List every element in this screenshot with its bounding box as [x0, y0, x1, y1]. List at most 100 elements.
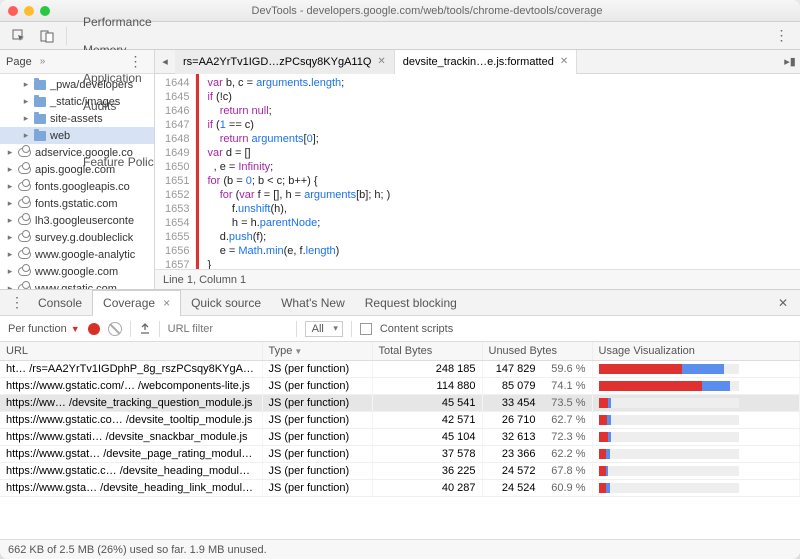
expand-arrow-icon[interactable]: ▸: [22, 113, 30, 124]
tree-item[interactable]: ▸www.gstatic.com: [0, 280, 154, 289]
cell-url: https://www.gsta… /devsite_heading_link_…: [0, 480, 262, 497]
maximize-icon[interactable]: [40, 6, 50, 16]
expand-arrow-icon[interactable]: ▸: [6, 198, 14, 209]
file-tab-bar: ◂ rs=AA2YrTv1IGD…zPCsqy8KYgA11Q✕devsite_…: [155, 50, 800, 74]
cell-type: JS (per function): [262, 463, 372, 480]
cell-viz: [592, 446, 800, 463]
coverage-row[interactable]: https://www.gstatic.c… /devsite_heading_…: [0, 463, 800, 480]
cell-type: JS (per function): [262, 412, 372, 429]
drawer-tab-what-s-new[interactable]: What's New: [271, 290, 355, 316]
tree-item[interactable]: ▸www.google.com: [0, 263, 154, 280]
cell-type: JS (per function): [262, 395, 372, 412]
divider: [351, 321, 352, 337]
file-tab-label: devsite_trackin…e.js:formatted: [403, 56, 554, 68]
expand-arrow-icon[interactable]: ▸: [6, 266, 14, 277]
cell-url: https://www.gstati… /devsite_snackbar_mo…: [0, 429, 262, 446]
drawer-tab-bar: ⋮ ConsoleCoverage×Quick sourceWhat's New…: [0, 290, 800, 316]
expand-arrow-icon[interactable]: ▸: [6, 215, 14, 226]
tree-item[interactable]: ▸www.google-analytic: [0, 246, 154, 263]
divider: [66, 27, 67, 45]
close-tab-icon[interactable]: ✕: [560, 56, 568, 67]
nav-fwd-icon[interactable]: ▸▮: [780, 55, 800, 68]
drawer-more-icon[interactable]: ⋮: [4, 294, 28, 311]
drawer-close-icon[interactable]: ✕: [770, 296, 796, 310]
coverage-row[interactable]: ht… /rs=AA2YrTv1IGDphP_8g_rszPCsqy8KYgA1…: [0, 361, 800, 378]
url-filter-input[interactable]: [168, 323, 288, 335]
expand-arrow-icon[interactable]: ▸: [22, 130, 30, 141]
expand-arrow-icon[interactable]: ▸: [6, 232, 14, 243]
main-tab-performance[interactable]: Performance: [73, 8, 170, 36]
tree-item[interactable]: ▸ fonts.gstatic.com: [0, 195, 154, 212]
cloud-icon: [18, 284, 31, 289]
coverage-row[interactable]: https://www.gstatic.co… /devsite_tooltip…: [0, 412, 800, 429]
device-toggle-icon[interactable]: [34, 25, 60, 47]
tree-item[interactable]: ▸ apis.google.com: [0, 161, 154, 178]
expand-arrow-icon[interactable]: ▸: [22, 79, 30, 90]
tree-item[interactable]: ▸fonts.googleapis.co: [0, 178, 154, 195]
cell-viz: [592, 429, 800, 446]
cell-viz: [592, 378, 800, 395]
expand-arrow-icon[interactable]: ▸: [6, 181, 14, 192]
divider: [159, 321, 160, 337]
tree-item[interactable]: ▸web: [0, 127, 154, 144]
expand-arrow-icon[interactable]: ▸: [6, 283, 14, 289]
main-tab-network[interactable]: Network: [73, 0, 170, 8]
tree-item-label: apis.google.com: [35, 164, 115, 176]
tree-item[interactable]: ▸ _static/images: [0, 93, 154, 110]
coverage-table[interactable]: URLType▼Total BytesUnused BytesUsage Vis…: [0, 342, 800, 539]
expand-arrow-icon[interactable]: ▸: [6, 147, 14, 158]
more-menu-icon[interactable]: ⋮: [770, 27, 794, 44]
coverage-row[interactable]: https://ww… /devsite_tracking_question_m…: [0, 395, 800, 412]
type-filter-select[interactable]: All: [305, 321, 343, 337]
tree-item[interactable]: ▸site-assets: [0, 110, 154, 127]
drawer-tab-quick-source[interactable]: Quick source: [181, 290, 271, 316]
column-header[interactable]: Usage Visualization: [592, 342, 800, 361]
cell-viz: [592, 395, 800, 412]
close-tab-icon[interactable]: ×: [163, 296, 170, 310]
tree-item[interactable]: ▸lh3.googleuserconte: [0, 212, 154, 229]
coverage-row[interactable]: https://www.gstati… /devsite_snackbar_mo…: [0, 429, 800, 446]
cloud-icon: [18, 182, 31, 191]
file-tab[interactable]: devsite_trackin…e.js:formatted ✕: [395, 50, 577, 74]
file-tab[interactable]: rs=AA2YrTv1IGD…zPCsqy8KYgA11Q✕: [175, 50, 395, 74]
drawer-tab-request-blocking[interactable]: Request blocking: [355, 290, 467, 316]
sidebar-more-icon[interactable]: ⋮: [124, 53, 148, 70]
folder-icon: [34, 114, 46, 124]
record-icon[interactable]: [88, 323, 100, 335]
coverage-row[interactable]: https://www.gstat… /devsite_page_rating_…: [0, 446, 800, 463]
cloud-icon: [18, 199, 31, 208]
coverage-row[interactable]: https://www.gsta… /devsite_heading_link_…: [0, 480, 800, 497]
file-tree[interactable]: ▸_pwa/developers▸_static/images▸site-ass…: [0, 74, 154, 289]
code-content[interactable]: var b, c = arguments.length; if (!c) ret…: [199, 74, 390, 269]
tree-item[interactable]: ▸survey.g.doubleclick: [0, 229, 154, 246]
tree-item[interactable]: ▸adservice.google.co: [0, 144, 154, 161]
drawer-tab-coverage[interactable]: Coverage×: [92, 290, 181, 316]
column-header[interactable]: Total Bytes: [372, 342, 482, 361]
expand-arrow-icon[interactable]: ▸: [22, 96, 30, 107]
sidebar-tab-page[interactable]: Page: [6, 56, 32, 68]
expand-arrow-icon[interactable]: ▸: [6, 249, 14, 260]
sidebar-header: Page » ⋮: [0, 50, 154, 74]
coverage-mode-select[interactable]: Per function ▼: [8, 323, 80, 335]
close-tab-icon[interactable]: ✕: [377, 56, 385, 67]
expand-arrow-icon[interactable]: ▸: [6, 164, 14, 175]
export-icon[interactable]: [139, 323, 151, 335]
cell-unused: 32 61372.3 %: [482, 429, 592, 446]
inspect-icon[interactable]: [6, 25, 32, 47]
column-header[interactable]: Unused Bytes: [482, 342, 592, 361]
clear-icon[interactable]: [108, 322, 122, 336]
content-scripts-checkbox[interactable]: [360, 323, 372, 335]
cell-url: https://www.gstatic.co… /devsite_tooltip…: [0, 412, 262, 429]
code-editor[interactable]: 1644164516461647164816491650165116521653…: [155, 74, 800, 269]
tree-item[interactable]: ▸_pwa/developers: [0, 76, 154, 93]
chevron-right-icon[interactable]: »: [40, 56, 46, 67]
drawer-tab-console[interactable]: Console: [28, 290, 92, 316]
nav-back-icon[interactable]: ◂: [155, 55, 175, 68]
close-icon[interactable]: [8, 6, 18, 16]
tree-item-label: _static/images: [50, 96, 120, 108]
tree-item-label: fonts.gstatic.com: [35, 198, 118, 210]
column-header[interactable]: URL: [0, 342, 262, 361]
coverage-row[interactable]: https://www.gstatic.com/… /webcomponents…: [0, 378, 800, 395]
column-header[interactable]: Type▼: [262, 342, 372, 361]
minimize-icon[interactable]: [24, 6, 34, 16]
